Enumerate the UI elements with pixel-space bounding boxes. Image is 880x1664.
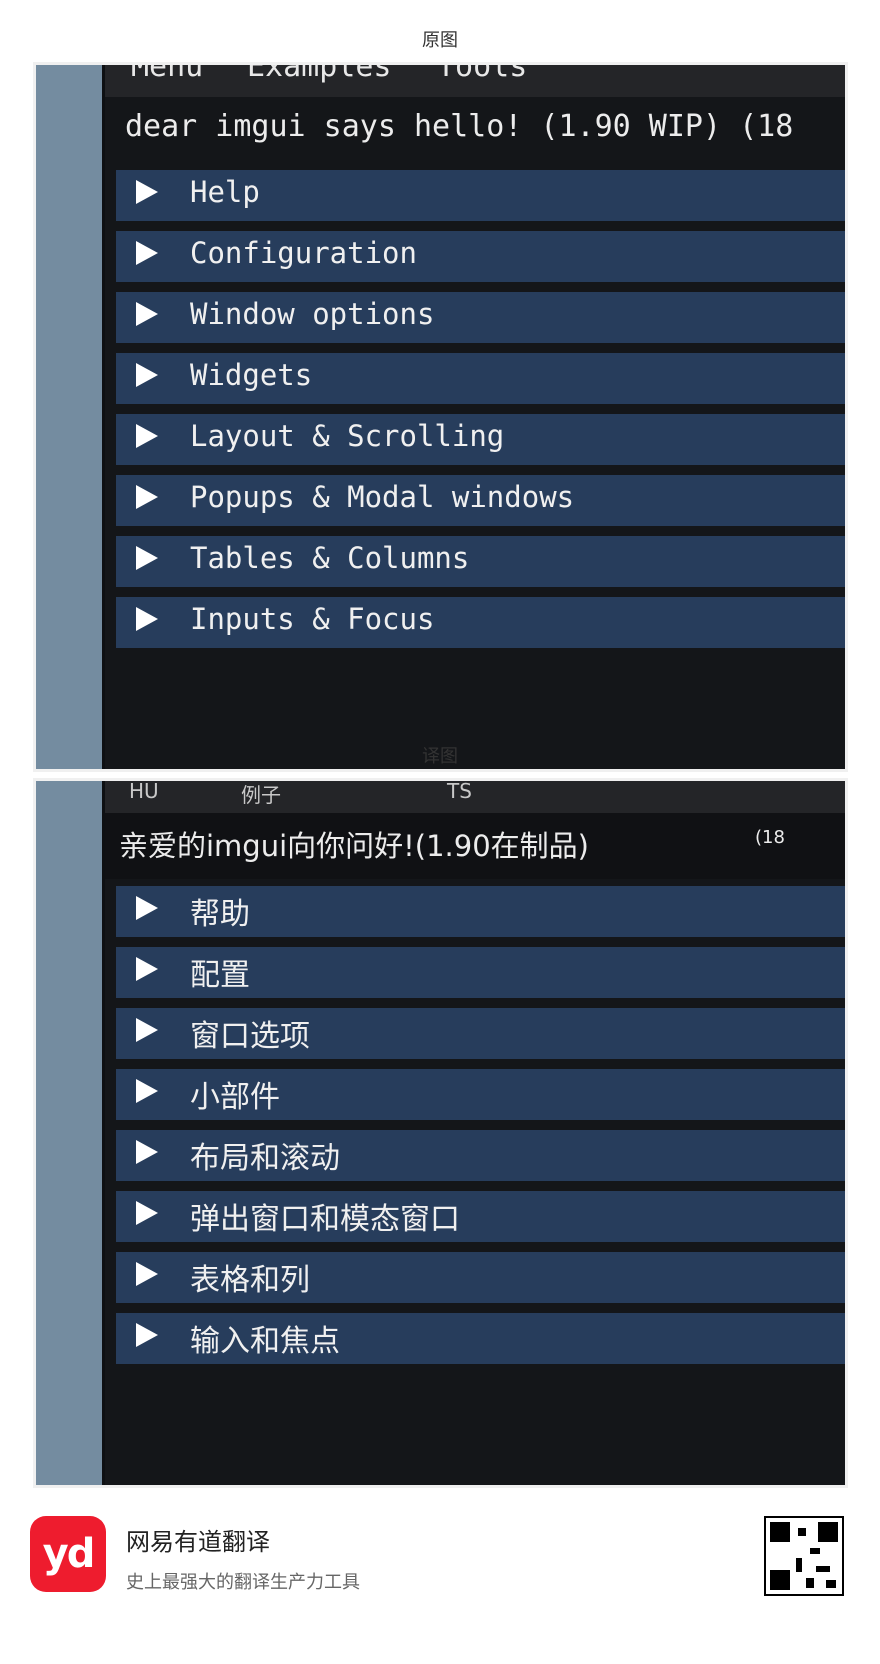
window-title-bar: 亲爱的imgui向你问好!(1.90在制品) (18 — [105, 813, 845, 879]
triangle-right-icon — [136, 1079, 158, 1103]
header-label: 表格和列 — [190, 1263, 310, 1298]
header-label: Layout & Scrolling — [190, 419, 505, 453]
header-label: Window options — [190, 297, 435, 331]
caption-original: 原图 — [422, 30, 458, 51]
header-label: 弹出窗口和模态窗口 — [190, 1202, 460, 1237]
triangle-right-icon — [136, 546, 158, 570]
imgui-demo-window: Menu Examples Tools dear imgui says hell… — [102, 65, 845, 769]
header-label: 帮助 — [190, 897, 250, 932]
menu-item-tools[interactable]: Tools — [437, 65, 527, 84]
menu-bar: HU 例子 TS — [105, 781, 845, 813]
header-label: Widgets — [190, 358, 313, 392]
collapsing-header-widgets[interactable]: 小部件 — [116, 1069, 845, 1120]
header-label: 输入和焦点 — [190, 1324, 340, 1359]
collapsing-header-popups[interactable]: 弹出窗口和模态窗口 — [116, 1191, 845, 1242]
brand-slogan: 史上最强大的翻译生产力工具 — [126, 1572, 360, 1593]
collapsing-header-tables[interactable]: 表格和列 — [116, 1252, 845, 1303]
triangle-right-icon — [136, 1262, 158, 1286]
triangle-right-icon — [136, 1323, 158, 1347]
header-label: 布局和滚动 — [190, 1141, 340, 1176]
triangle-right-icon — [136, 1018, 158, 1042]
qr-code-icon — [764, 1516, 844, 1596]
menu-bar: Menu Examples Tools — [105, 65, 845, 97]
collapsing-header-configuration[interactable]: 配置 — [116, 947, 845, 998]
menu-item-menu[interactable]: HU — [129, 781, 159, 803]
youdao-logo: yd — [30, 1516, 106, 1592]
header-label: 窗口选项 — [190, 1019, 310, 1054]
window-title: dear imgui says hello! (1.90 WIP) (18 — [125, 109, 794, 144]
triangle-right-icon — [136, 607, 158, 631]
triangle-right-icon — [136, 957, 158, 981]
menu-item-menu[interactable]: Menu — [131, 65, 203, 84]
triangle-right-icon — [136, 424, 158, 448]
collapsing-header-popups[interactable]: Popups & Modal windows — [116, 475, 845, 526]
collapsing-header-layout[interactable]: 布局和滚动 — [116, 1130, 845, 1181]
collapsing-header-widgets[interactable]: Widgets — [116, 353, 845, 404]
triangle-right-icon — [136, 1201, 158, 1225]
caption-translated: 译图 — [422, 746, 458, 767]
triangle-right-icon — [136, 1140, 158, 1164]
menu-item-tools[interactable]: TS — [447, 781, 472, 803]
triangle-right-icon — [136, 302, 158, 326]
triangle-right-icon — [136, 180, 158, 204]
collapsing-header-window-options[interactable]: Window options — [116, 292, 845, 343]
collapsing-header-inputs[interactable]: 输入和焦点 — [116, 1313, 845, 1364]
collapsing-header-tables[interactable]: Tables & Columns — [116, 536, 845, 587]
triangle-right-icon — [136, 896, 158, 920]
triangle-right-icon — [136, 363, 158, 387]
window-title: 亲爱的imgui向你问好!(1.90在制品) — [119, 829, 589, 863]
collapsing-header-window-options[interactable]: 窗口选项 — [116, 1008, 845, 1059]
window-title-suffix: (18 — [755, 827, 785, 848]
header-label: Help — [190, 175, 260, 209]
menu-item-examples[interactable]: Examples — [247, 65, 392, 84]
triangle-right-icon — [136, 485, 158, 509]
header-label: Tables & Columns — [190, 541, 470, 575]
header-label: Inputs & Focus — [190, 602, 435, 636]
collapsing-header-layout[interactable]: Layout & Scrolling — [116, 414, 845, 465]
translated-screenshot: HU 例子 TS 亲爱的imgui向你问好!(1.90在制品) (18 帮助 配… — [33, 778, 848, 1488]
window-title-bar: dear imgui says hello! (1.90 WIP) (18 — [105, 97, 845, 163]
header-label: Popups & Modal windows — [190, 480, 575, 514]
collapsing-header-help[interactable]: Help — [116, 170, 845, 221]
collapsing-header-help[interactable]: 帮助 — [116, 886, 845, 937]
header-label: 小部件 — [190, 1080, 280, 1115]
original-screenshot: Menu Examples Tools dear imgui says hell… — [33, 62, 848, 772]
header-label: 配置 — [190, 958, 250, 993]
collapsing-header-inputs[interactable]: Inputs & Focus — [116, 597, 845, 648]
imgui-demo-window-translated: HU 例子 TS 亲爱的imgui向你问好!(1.90在制品) (18 帮助 配… — [102, 781, 845, 1485]
brand-name: 网易有道翻译 — [126, 1528, 270, 1556]
collapsing-header-configuration[interactable]: Configuration — [116, 231, 845, 282]
triangle-right-icon — [136, 241, 158, 265]
header-label: Configuration — [190, 236, 417, 270]
menu-item-examples[interactable]: 例子 — [241, 781, 281, 808]
